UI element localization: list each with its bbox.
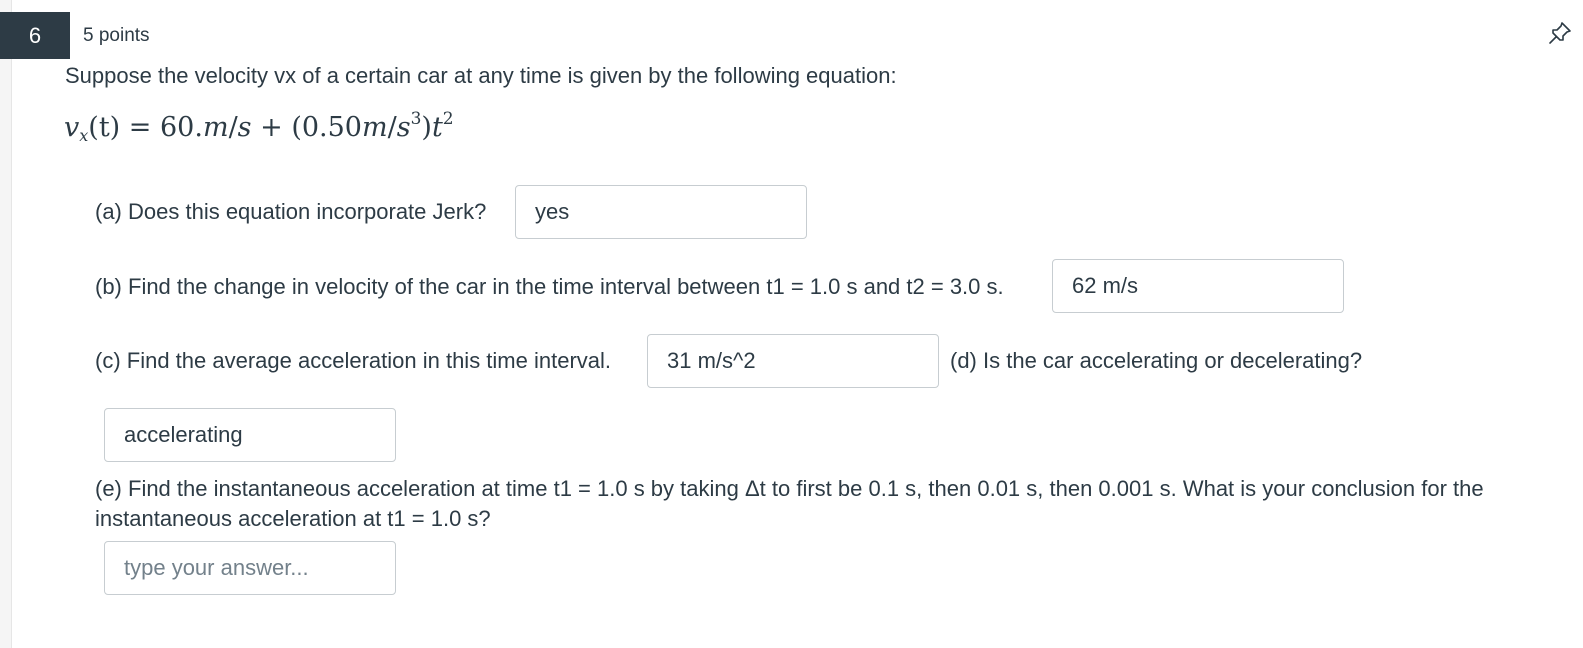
part-e-answer-field[interactable]: type your answer... — [104, 541, 396, 595]
question-stem: Suppose the velocity vx of a certain car… — [65, 63, 897, 88]
part-d-label: (d) Is the car accelerating or decelerat… — [950, 348, 1363, 373]
part-a-label: (a) Does this equation incorporate Jerk? — [95, 199, 487, 224]
part-a-answer-field[interactable]: yes — [515, 185, 807, 239]
question-number: 6 — [0, 12, 70, 59]
question-points: 5 points — [83, 25, 150, 46]
part-d-answer-field[interactable]: accelerating — [104, 408, 396, 462]
part-b-answer-field[interactable]: 62 m/s — [1052, 259, 1344, 313]
part-e-label: (e) Find the instantaneous acceleration … — [95, 476, 1484, 531]
pin-icon[interactable] — [1547, 20, 1573, 46]
left-rail — [0, 0, 12, 648]
velocity-equation: vx(t) = 60.m/s + (0.50m/s3)t2 — [64, 109, 454, 145]
part-c-label: (c) Find the average acceleration in thi… — [95, 348, 612, 373]
part-c-answer-field[interactable]: 31 m/s^2 — [647, 334, 939, 388]
part-b-label: (b) Find the change in velocity of the c… — [95, 274, 1004, 299]
